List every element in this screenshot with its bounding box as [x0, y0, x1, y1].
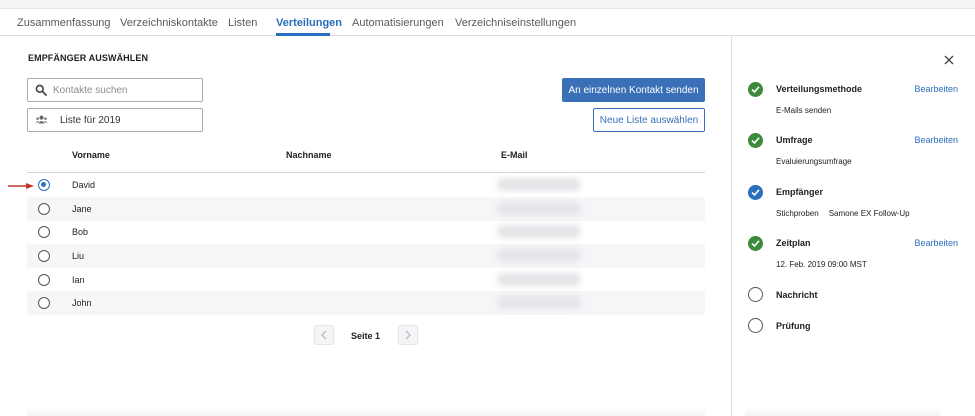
step-detail-schedule: 12. Feb. 2019 09:00 MST: [776, 260, 867, 269]
checkmark-icon: [751, 137, 760, 145]
top-strip: [0, 0, 975, 9]
step-current-icon: [748, 185, 763, 200]
column-header-last-name[interactable]: Nachname: [286, 150, 332, 160]
checkmark-icon: [751, 86, 760, 94]
list-selector[interactable]: Liste für 2019: [27, 108, 203, 132]
recipients-list-name: Samone EX Follow-Up: [828, 209, 910, 218]
email-cell-redacted: [497, 178, 581, 191]
email-cell-redacted: [497, 273, 581, 286]
active-tab-indicator: [276, 33, 330, 36]
next-page-button[interactable]: [398, 325, 418, 345]
column-header-first-name[interactable]: Vorname: [72, 150, 110, 160]
row-radio[interactable]: [38, 203, 50, 215]
page-indicator: Seite 1: [351, 331, 381, 341]
step-complete-icon: [748, 133, 763, 148]
email-cell-redacted: [497, 225, 581, 238]
row-radio[interactable]: [38, 226, 50, 238]
checkmark-icon: [751, 189, 760, 197]
step-pending-icon: [748, 287, 763, 302]
column-header-email[interactable]: E-Mail: [501, 150, 528, 160]
tab-directory-settings[interactable]: Verzeichniseinstellungen: [455, 17, 576, 29]
edit-survey-link[interactable]: Bearbeiten: [914, 135, 958, 145]
step-detail-recipients: Stichproben Samone EX Follow-Up: [776, 209, 910, 218]
email-cell-redacted: [497, 296, 581, 309]
step-complete-icon: [748, 236, 763, 251]
step-title-schedule: Zeitplan: [776, 238, 811, 248]
table-row[interactable]: Jane: [27, 197, 705, 221]
panel-divider: [731, 36, 732, 416]
tab-bar: Zusammenfassung Verzeichniskontakte List…: [0, 9, 975, 36]
first-name-cell: Liu: [72, 251, 85, 261]
step-detail-survey: Evaluierungsumfrage: [776, 157, 852, 166]
step-title-distribution-method: Verteilungsmethode: [776, 84, 863, 94]
chevron-right-icon: [405, 330, 411, 340]
edit-distribution-method-link[interactable]: Bearbeiten: [914, 84, 958, 94]
tab-automations[interactable]: Automatisierungen: [352, 17, 444, 29]
close-icon[interactable]: [944, 55, 954, 65]
table-row[interactable]: David: [27, 173, 705, 197]
row-radio[interactable]: [38, 250, 50, 262]
email-cell-redacted: [497, 202, 581, 215]
search-placeholder: Kontakte suchen: [53, 85, 128, 96]
table-row[interactable]: John: [27, 291, 705, 315]
panel-bottom-edge: [745, 408, 940, 416]
first-name-cell: John: [72, 298, 92, 308]
select-new-list-button[interactable]: Neue Liste auswählen: [593, 108, 705, 132]
group-icon: [35, 115, 48, 124]
list-value: Liste für 2019: [60, 115, 121, 126]
step-complete-icon: [748, 82, 763, 97]
step-title-review: Prüfung: [776, 321, 811, 331]
table-row[interactable]: Ian: [27, 268, 705, 292]
table-bottom-edge: [27, 408, 705, 416]
tab-directory-contacts[interactable]: Verzeichniskontakte: [120, 17, 218, 29]
table-row[interactable]: Bob: [27, 220, 705, 244]
tab-distributions[interactable]: Verteilungen: [276, 17, 342, 29]
search-icon: [35, 84, 47, 96]
tab-lists[interactable]: Listen: [228, 17, 257, 29]
edit-schedule-link[interactable]: Bearbeiten: [914, 238, 958, 248]
recipients-type: Stichproben: [776, 209, 819, 218]
row-radio[interactable]: [38, 274, 50, 286]
email-cell-redacted: [497, 249, 581, 262]
section-title: EMPFÄNGER AUSWÄHLEN: [28, 53, 149, 63]
first-name-cell: Ian: [72, 275, 85, 285]
first-name-cell: Bob: [72, 227, 89, 237]
step-title-message: Nachricht: [776, 290, 818, 300]
tab-summary[interactable]: Zusammenfassung: [17, 17, 111, 29]
row-radio[interactable]: [38, 179, 50, 191]
step-title-survey: Umfrage: [776, 135, 813, 145]
step-title-recipients: Empfänger: [776, 187, 824, 197]
checkmark-icon: [751, 240, 760, 248]
previous-page-button[interactable]: [314, 325, 334, 345]
row-radio[interactable]: [38, 297, 50, 309]
step-detail-distribution-method: E-Mails senden: [776, 106, 832, 115]
first-name-cell: David: [72, 180, 96, 190]
contact-search-input[interactable]: Kontakte suchen: [27, 78, 203, 102]
chevron-left-icon: [321, 330, 327, 340]
first-name-cell: Jane: [72, 204, 92, 214]
send-single-contact-button[interactable]: An einzelnen Kontakt senden: [562, 78, 705, 102]
step-pending-icon: [748, 318, 763, 333]
table-row[interactable]: Liu: [27, 244, 705, 268]
